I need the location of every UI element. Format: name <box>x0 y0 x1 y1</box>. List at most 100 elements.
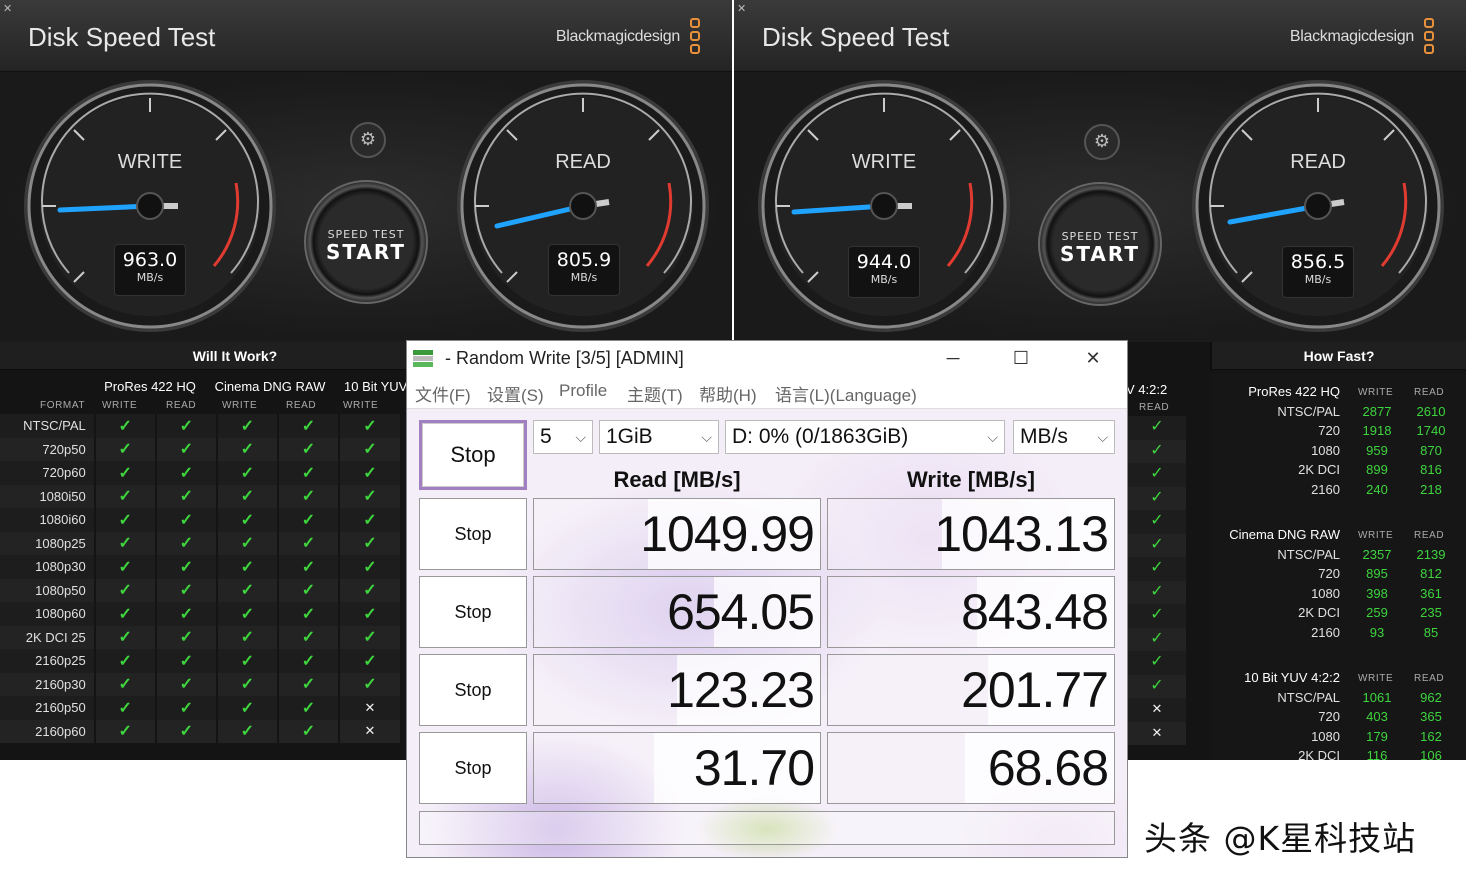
drive-value: D: 0% (0/1863GiB) <box>732 425 909 448</box>
check-icon: ✓ <box>240 629 255 647</box>
maximize-icon[interactable]: ☐ <box>999 343 1043 373</box>
check-icon: ✓ <box>301 582 316 600</box>
check-icon: ✓ <box>240 676 255 694</box>
format-cell: 2160p60 <box>0 719 95 743</box>
compat-cell: ✓ <box>215 672 278 696</box>
check-icon: ✓ <box>301 723 316 741</box>
col-prores: ProRes 422 HQ <box>104 379 196 394</box>
brand-logo-icon <box>1424 18 1436 58</box>
stop-button[interactable]: Stop <box>419 654 527 726</box>
cross-icon: ✕ <box>364 723 376 739</box>
menu-file[interactable]: 文件(F) <box>415 381 471 406</box>
check-icon: ✓ <box>240 699 255 717</box>
check-icon: ✓ <box>301 441 316 459</box>
col-cinema-dng: Cinema DNG RAW <box>214 379 326 394</box>
compat-cell: ✓ <box>276 672 339 696</box>
table-row: 1080p25 ✓ ✓ ✓ ✓ ✓ <box>0 531 400 555</box>
format-label: 2K DCI <box>1298 462 1340 478</box>
check-icon: ✓ <box>1150 580 1164 600</box>
check-icon: ✓ <box>1150 651 1164 670</box>
test-size-select[interactable]: 1GiB ⌵ <box>599 420 719 454</box>
stop-all-button[interactable]: Stop <box>419 420 527 490</box>
compat-cell: ✓ <box>93 625 156 649</box>
compat-cell: ✓ <box>1128 510 1186 534</box>
menu-profile[interactable]: Profile <box>559 381 607 401</box>
read-speed: 365 <box>1420 709 1442 725</box>
start-button[interactable]: SPEED TEST START <box>1038 182 1162 306</box>
compat-cell: ✓ <box>337 531 400 555</box>
check-icon: ✓ <box>301 488 316 506</box>
write-result: 1043.13 <box>827 498 1115 570</box>
format-label: 2160 <box>1311 481 1340 497</box>
check-icon: ✓ <box>363 629 377 647</box>
compat-cell: ✓ <box>215 602 278 626</box>
menu-help[interactable]: 帮助(H) <box>699 381 757 406</box>
gear-icon[interactable]: ⚙ <box>350 122 386 158</box>
sub-read: READ <box>1139 402 1170 413</box>
compat-cell: ✓ <box>93 437 156 461</box>
gear-icon[interactable]: ⚙ <box>1084 124 1120 160</box>
check-icon: ✓ <box>363 464 377 482</box>
check-icon: ✓ <box>1150 557 1164 576</box>
read-value: 805.9 <box>556 249 612 271</box>
start-button[interactable]: SPEED TEST START <box>304 180 428 304</box>
stop-button[interactable]: Stop <box>419 576 527 648</box>
check-icon: ✓ <box>118 676 132 694</box>
format-cell: 1080i50 <box>0 484 95 508</box>
check-icon: ✓ <box>1150 627 1164 647</box>
how-fast-title: How Fast? <box>1210 342 1466 370</box>
compat-cell: ✓ <box>1128 604 1186 628</box>
check-icon: ✓ <box>118 441 132 459</box>
check-icon: ✓ <box>301 464 316 482</box>
compat-cell: ✓ <box>1128 557 1186 581</box>
menu-settings[interactable]: 设置(S) <box>487 381 544 406</box>
test-count-select[interactable]: 5 ⌵ <box>533 420 593 454</box>
format-label: 720 <box>1318 566 1340 582</box>
compat-cell: ✓ <box>215 578 278 602</box>
check-icon: ✓ <box>179 652 193 670</box>
check-icon: ✓ <box>1150 463 1164 482</box>
compat-cell: ✓ <box>154 625 217 649</box>
menu-language[interactable]: 语言(L)(Language) <box>775 381 917 406</box>
close-icon[interactable]: ✕ <box>737 2 746 15</box>
compat-cell: ✕ <box>337 719 400 743</box>
format-cell: 1080p50 <box>0 578 95 602</box>
compat-cell: ✓ <box>93 461 156 485</box>
unit-select[interactable]: MB/s ⌵ <box>1013 420 1115 454</box>
chevron-down-icon: ⌵ <box>987 429 998 445</box>
read-label: READ <box>1290 151 1346 173</box>
read-result: 1049.99 <box>533 498 821 570</box>
read-label: READ <box>555 151 611 173</box>
compat-cell: ✓ <box>276 625 339 649</box>
table-row: 1080i60 ✓ ✓ ✓ ✓ ✓ <box>0 508 400 532</box>
menu-theme[interactable]: 主题(T) <box>627 381 683 406</box>
stop-button[interactable]: Stop <box>419 732 527 804</box>
read-speed: 106 <box>1420 748 1442 760</box>
format-cell: 1080p25 <box>0 531 95 555</box>
close-icon[interactable]: ✕ <box>3 2 12 15</box>
minimize-icon[interactable]: ─ <box>931 343 975 373</box>
check-icon: ✓ <box>363 605 377 623</box>
compat-cell: ✓ <box>215 719 278 743</box>
compat-cell: ✓ <box>276 531 339 555</box>
will-it-work-table: NTSC/PAL ✓ ✓ ✓ ✓ ✓ 720p50 ✓ ✓ ✓ ✓ ✓ 720p60 ✓ ✓ ✓ ✓ ✓ 1080i… <box>0 414 400 743</box>
format-cell: 1080p60 <box>0 602 95 626</box>
check-icon: ✓ <box>1150 486 1164 506</box>
write-speed: 403 <box>1366 709 1388 725</box>
compat-cell: ✓ <box>215 437 278 461</box>
table-row: 2160p50 ✓ ✓ ✓ ✓ ✕ <box>0 696 400 720</box>
compat-cell: ✓ <box>276 461 339 485</box>
sub-read: READ <box>1414 387 1445 398</box>
title-bar: ✕ Disk Speed Test Blackmagicdesign <box>734 0 1466 72</box>
read-speed: 235 <box>1420 605 1442 621</box>
write-speed: 959 <box>1366 442 1388 458</box>
start-label: START <box>1059 242 1141 266</box>
stop-button[interactable]: Stop <box>419 498 527 570</box>
write-header: Write [MB/s] <box>907 467 1035 492</box>
check-icon: ✓ <box>240 511 255 529</box>
close-icon[interactable]: ✕ <box>1071 343 1115 373</box>
compat-cell: ✓ <box>215 461 278 485</box>
compat-cell: ✕ <box>1128 721 1186 745</box>
drive-select[interactable]: D: 0% (0/1863GiB) ⌵ <box>725 420 1005 454</box>
table-row: 720p60 ✓ ✓ ✓ ✓ ✓ <box>0 461 400 485</box>
